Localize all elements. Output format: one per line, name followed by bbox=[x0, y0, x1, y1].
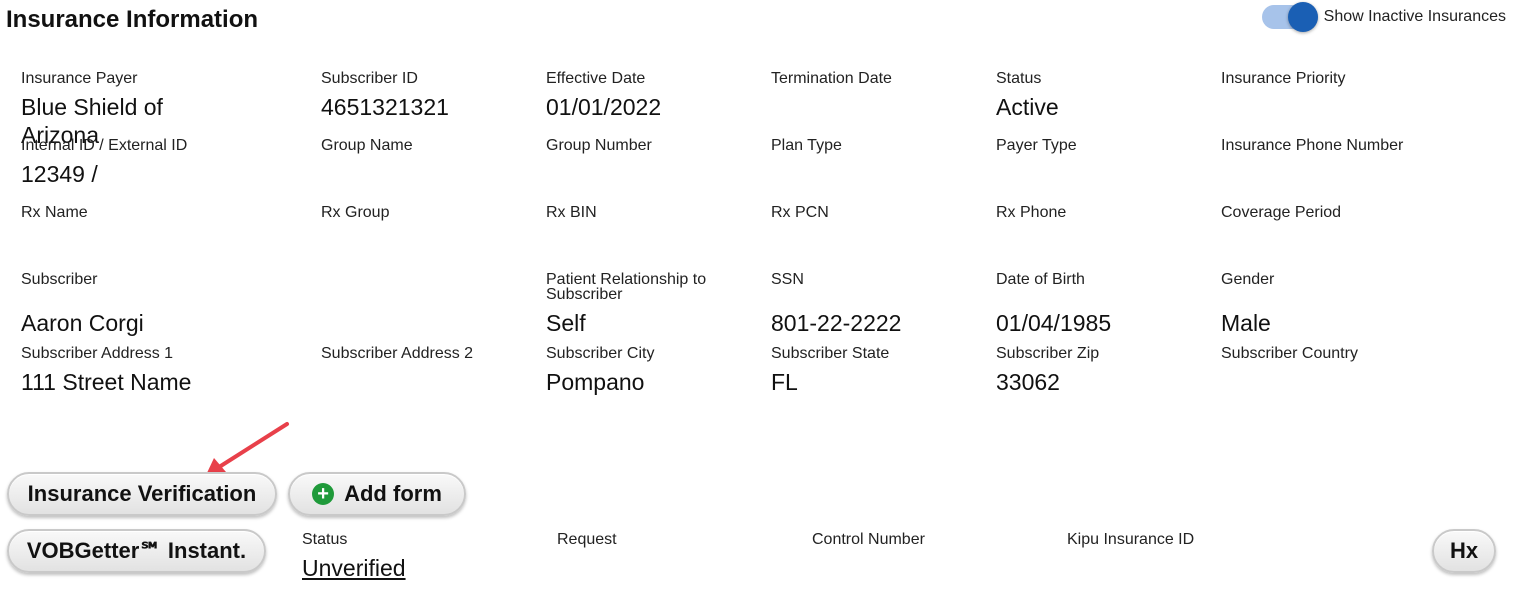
field-group-number: Group Number bbox=[546, 138, 766, 160]
field-label: Internal ID / External ID bbox=[21, 137, 188, 154]
field-label: Subscriber State bbox=[771, 345, 890, 362]
field-label: Subscriber Address 1 bbox=[21, 345, 174, 362]
field-subscriber-address-1: Subscriber Address 1 111 Street Name bbox=[21, 346, 241, 396]
control-number-label: Control Number bbox=[812, 531, 925, 548]
field-coverage-period: Coverage Period bbox=[1221, 205, 1441, 227]
field-label: Rx Group bbox=[321, 204, 390, 221]
field-payer-type: Payer Type bbox=[996, 138, 1216, 160]
verification-status: Status Unverified bbox=[302, 532, 406, 582]
vobgetter-label: VOBGetter℠ Instant. bbox=[26, 538, 247, 563]
field-label: Subscriber City bbox=[546, 345, 655, 362]
field-termination-date: Termination Date bbox=[771, 71, 991, 93]
verification-control-number: Control Number bbox=[812, 532, 925, 548]
verification-kipu-id: Kipu Insurance ID bbox=[1067, 532, 1194, 548]
verification-request: Request bbox=[557, 532, 617, 548]
hx-history-button[interactable]: Hx bbox=[1432, 529, 1496, 573]
field-label: Rx Name bbox=[21, 204, 88, 221]
field-rx-pcn: Rx PCN bbox=[771, 205, 991, 227]
field-value: Male bbox=[1221, 310, 1271, 336]
field-label: Termination Date bbox=[771, 70, 892, 87]
field-label: Group Name bbox=[321, 137, 413, 154]
field-subscriber-state: Subscriber State FL bbox=[771, 346, 991, 396]
field-subscriber-zip: Subscriber Zip 33062 bbox=[996, 346, 1216, 396]
field-label: Group Number bbox=[546, 137, 652, 154]
vobgetter-instant-button[interactable]: VOBGetter℠ Instant. bbox=[7, 529, 266, 573]
field-label: Date of Birth bbox=[996, 271, 1085, 288]
field-label: Patient Relationship to Subscriber bbox=[546, 271, 707, 303]
field-subscriber-city: Subscriber City Pompano bbox=[546, 346, 766, 396]
field-label: Subscriber Address 2 bbox=[321, 345, 474, 362]
field-subscriber-address-2: Subscriber Address 2 bbox=[321, 346, 541, 368]
field-subscriber: Subscriber Aaron Corgi bbox=[21, 272, 241, 337]
field-label: Insurance Phone Number bbox=[1221, 137, 1404, 154]
field-value: Self bbox=[546, 310, 586, 336]
field-rx-bin: Rx BIN bbox=[546, 205, 766, 227]
field-value: 4651321321 bbox=[321, 94, 449, 120]
field-label: Effective Date bbox=[546, 70, 646, 87]
verification-status-link[interactable]: Unverified bbox=[302, 554, 406, 582]
field-value: FL bbox=[771, 369, 798, 395]
field-rx-group: Rx Group bbox=[321, 205, 541, 227]
field-effective-date: Effective Date 01/01/2022 bbox=[546, 71, 766, 121]
field-label: Insurance Priority bbox=[1221, 70, 1346, 87]
add-form-button[interactable]: + Add form bbox=[288, 472, 466, 516]
annotation-arrow-icon bbox=[206, 422, 289, 475]
field-label: Payer Type bbox=[996, 137, 1077, 154]
field-group-name: Group Name bbox=[321, 138, 541, 160]
field-value: Aaron Corgi bbox=[21, 310, 144, 336]
field-value: Pompano bbox=[546, 369, 645, 395]
request-label: Request bbox=[557, 531, 617, 548]
field-label: Subscriber Zip bbox=[996, 345, 1100, 362]
field-label: Subscriber bbox=[21, 271, 98, 288]
field-label: Rx Phone bbox=[996, 204, 1067, 221]
field-date-of-birth: Date of Birth 01/04/1985 bbox=[996, 272, 1216, 337]
field-insurance-priority: Insurance Priority bbox=[1221, 71, 1441, 93]
field-value: 33062 bbox=[996, 369, 1060, 395]
insurance-verification-button[interactable]: Insurance Verification bbox=[7, 472, 277, 516]
field-plan-type: Plan Type bbox=[771, 138, 991, 160]
hx-label: Hx bbox=[1449, 538, 1479, 563]
field-label: Status bbox=[996, 70, 1042, 87]
field-internal-external-id: Internal ID / External ID 12349 / bbox=[21, 138, 241, 188]
kipu-insurance-id-label: Kipu Insurance ID bbox=[1067, 531, 1195, 548]
field-value: 801-22-2222 bbox=[771, 310, 902, 336]
field-insurance-phone-number: Insurance Phone Number bbox=[1221, 138, 1441, 160]
field-label: Gender bbox=[1221, 271, 1275, 288]
insurance-verification-label: Insurance Verification bbox=[27, 481, 257, 506]
field-rx-name: Rx Name bbox=[21, 205, 241, 227]
field-value: 01/04/1985 bbox=[996, 310, 1112, 336]
field-rx-phone: Rx Phone bbox=[996, 205, 1216, 227]
field-patient-relationship: Patient Relationship to Subscriber Self bbox=[546, 272, 746, 337]
field-label: Subscriber Country bbox=[1221, 345, 1358, 362]
field-status: Status Active bbox=[996, 71, 1216, 121]
field-subscriber-country: Subscriber Country bbox=[1221, 346, 1441, 368]
field-label: Subscriber ID bbox=[321, 70, 418, 87]
field-label: Rx BIN bbox=[546, 204, 597, 221]
verification-status-label: Status bbox=[302, 531, 348, 548]
field-subscriber-id: Subscriber ID 4651321321 bbox=[321, 71, 541, 121]
field-label: Insurance Payer bbox=[21, 70, 138, 87]
insurance-details-grid: Insurance Payer Blue Shield of Arizona S… bbox=[0, 0, 1516, 420]
field-label: Rx PCN bbox=[771, 204, 829, 221]
add-form-label: Add form bbox=[344, 481, 442, 506]
field-label: SSN bbox=[771, 271, 804, 288]
field-value: 12349 / bbox=[21, 161, 98, 187]
field-value: 111 Street Name bbox=[21, 369, 192, 395]
field-gender: Gender Male bbox=[1221, 272, 1441, 337]
field-label: Coverage Period bbox=[1221, 204, 1342, 221]
plus-icon: + bbox=[312, 483, 335, 505]
field-ssn: SSN 801-22-2222 bbox=[771, 272, 991, 337]
field-value: Active bbox=[996, 94, 1059, 120]
field-value: 01/01/2022 bbox=[546, 94, 662, 120]
field-label: Plan Type bbox=[771, 137, 842, 154]
